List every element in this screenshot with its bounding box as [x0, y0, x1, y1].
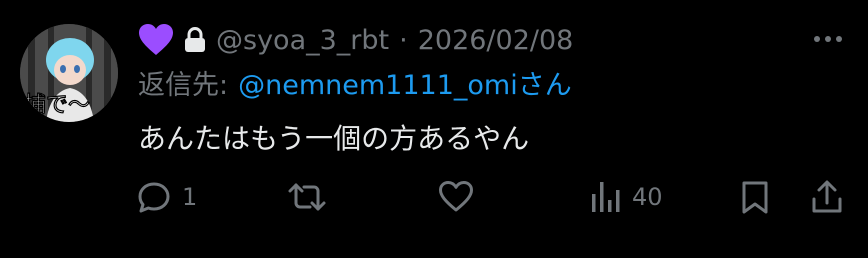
post[interactable]: 捕で〜 @syoa_3_rbt · 2026/02/08 返信先: @nemne… — [0, 0, 868, 258]
bookmark-button[interactable] — [740, 172, 770, 222]
views-count: 40 — [632, 183, 663, 211]
like-button[interactable] — [438, 172, 484, 222]
like-icon — [438, 180, 474, 214]
post-date[interactable]: 2026/02/08 — [418, 25, 574, 56]
action-bar: 1 40 — [0, 172, 868, 222]
author-handle[interactable]: @syoa_3_rbt — [216, 25, 389, 56]
post-header: @syoa_3_rbt · 2026/02/08 — [138, 18, 573, 62]
repost-button[interactable] — [287, 172, 337, 222]
purple-heart-icon — [138, 23, 174, 57]
avatar[interactable]: 捕で〜 — [20, 24, 118, 122]
reply-to-handle[interactable]: @nemnem1111_omiさん — [238, 63, 572, 102]
views-button[interactable]: 40 — [590, 172, 663, 222]
more-icon[interactable] — [810, 24, 846, 54]
avatar-caption: 捕で〜 — [24, 93, 90, 118]
views-icon — [590, 180, 622, 214]
bookmark-icon — [740, 179, 770, 215]
post-text: あんたはもう一個の方あるやん — [138, 122, 530, 155]
reply-count: 1 — [182, 183, 198, 211]
reply-to-line: 返信先: @nemnem1111_omiさん — [138, 62, 572, 102]
lock-icon — [184, 27, 206, 53]
repost-icon — [287, 179, 327, 215]
reply-icon — [136, 179, 172, 215]
avatar-image: 捕で〜 — [20, 24, 118, 122]
reply-prefix: 返信先: — [138, 69, 229, 101]
reply-button[interactable]: 1 — [136, 172, 197, 222]
separator-dot: · — [399, 24, 408, 56]
share-button[interactable] — [810, 172, 844, 222]
share-icon — [810, 179, 844, 215]
